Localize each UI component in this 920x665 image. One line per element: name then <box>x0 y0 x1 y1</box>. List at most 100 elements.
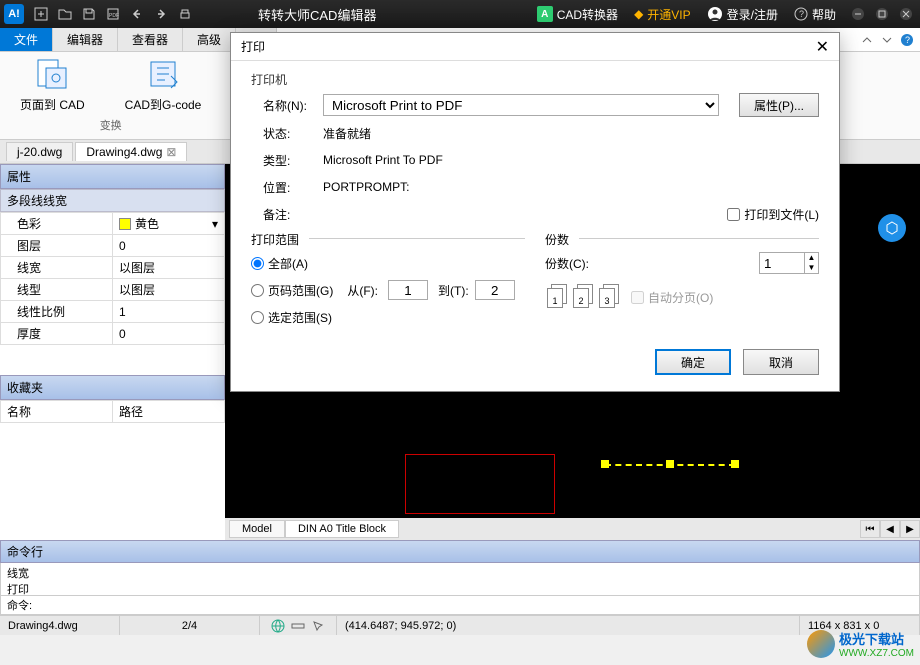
print-to-file-checkbox[interactable]: 打印到文件(L) <box>727 206 819 223</box>
copies-spinner[interactable]: ▲▼ <box>759 252 819 274</box>
fav-path-header: 路径 <box>113 401 225 423</box>
prop-linetype-label: 线型 <box>1 279 113 301</box>
converter-icon: A <box>537 6 553 22</box>
status-page: 2/4 <box>120 616 260 635</box>
cancel-button[interactable]: 取消 <box>743 349 819 375</box>
prop-lineweight-value[interactable]: 以图层 <box>113 257 225 279</box>
range-pages-radio[interactable]: 页码范围(G) <box>251 282 333 299</box>
redo-button[interactable] <box>150 3 172 25</box>
chevron-down-icon[interactable] <box>880 33 894 47</box>
properties-table: 色彩黄色▾ 图层0 线宽以图层 线型以图层 线性比例1 厚度0 <box>0 212 225 345</box>
svg-text:PDF: PDF <box>109 13 119 19</box>
tab-editor[interactable]: 编辑器 <box>53 28 118 51</box>
model-tabs: Model DIN A0 Title Block ⏮ ◀ ▶ <box>225 518 920 540</box>
tab-nav-prev[interactable]: ◀ <box>880 520 900 538</box>
watermark-logo <box>807 630 835 658</box>
favorites-table: 名称路径 <box>0 400 225 423</box>
cad-to-gcode-icon <box>145 56 181 92</box>
dialog-title: 打印 <box>241 38 265 55</box>
prop-color-label: 色彩 <box>1 213 113 235</box>
command-input-row: 命令: <box>0 595 920 615</box>
prop-thickness-value[interactable]: 0 <box>113 323 225 345</box>
help-context-icon[interactable]: ? <box>900 33 914 47</box>
properties-panel-subtitle: 多段线线宽 <box>0 189 225 212</box>
tab-advanced[interactable]: 高级 <box>183 28 236 51</box>
ruler-icon[interactable] <box>291 619 305 633</box>
from-input[interactable] <box>388 280 428 300</box>
to-label: 到(T): <box>438 282 469 299</box>
collate-icon: 11 22 33 <box>545 284 621 310</box>
view-cube-icon[interactable] <box>878 214 906 242</box>
range-all-radio[interactable]: 全部(A) <box>251 255 308 272</box>
commandline-title: 命令行 <box>0 540 920 563</box>
prop-ltscale-label: 线性比例 <box>1 301 113 323</box>
command-prompt: 命令: <box>7 597 32 613</box>
prop-lineweight-label: 线宽 <box>1 257 113 279</box>
printer-comment-label: 备注: <box>263 206 323 223</box>
open-button[interactable] <box>54 3 76 25</box>
app-logo: A! <box>4 4 24 24</box>
tab-file[interactable]: 文件 <box>0 28 53 51</box>
printer-where-label: 位置: <box>263 179 323 196</box>
printer-where-value: PORTPROMPT: <box>323 180 409 194</box>
doc-tab-2[interactable]: Drawing4.dwg⊠ <box>75 142 187 161</box>
prop-layer-label: 图层 <box>1 235 113 257</box>
svg-text:?: ? <box>905 35 910 45</box>
status-coords: (414.6487; 945.972; 0) <box>337 616 800 635</box>
spin-up-icon[interactable]: ▲ <box>804 253 818 263</box>
chevron-down-icon: ▾ <box>212 217 218 231</box>
svg-text:?: ? <box>799 9 804 19</box>
prop-layer-value[interactable]: 0 <box>113 235 225 257</box>
printer-status-label: 状态: <box>263 125 323 142</box>
range-selection-radio[interactable]: 选定范围(S) <box>251 309 332 326</box>
help-button[interactable]: ?帮助 <box>786 6 844 23</box>
collate-checkbox[interactable]: 自动分页(O) <box>631 289 713 306</box>
printer-status-value: 准备就绪 <box>323 125 371 142</box>
diamond-icon: ◆ <box>634 7 643 21</box>
vip-button[interactable]: ◆开通VIP <box>626 6 699 23</box>
page-to-cad-icon <box>34 56 70 92</box>
favorites-panel-title: 收藏夹 <box>0 375 225 400</box>
ribbon-group-label: 变换 <box>100 117 122 133</box>
maximize-button[interactable] <box>872 4 892 24</box>
printer-name-select[interactable]: Microsoft Print to PDF <box>323 94 719 116</box>
left-panel: 属性 多段线线宽 色彩黄色▾ 图层0 线宽以图层 线型以图层 线性比例1 厚度0… <box>0 164 225 540</box>
chevron-up-icon[interactable] <box>860 33 874 47</box>
prop-color-value[interactable]: 黄色▾ <box>113 213 225 235</box>
ok-button[interactable]: 确定 <box>655 349 731 375</box>
dialog-close-button[interactable]: ✕ <box>816 37 829 57</box>
fav-name-header: 名称 <box>1 401 113 423</box>
user-icon <box>707 6 723 22</box>
model-tab[interactable]: Model <box>229 520 285 538</box>
tab-nav-first[interactable]: ⏮ <box>860 520 880 538</box>
range-group-label: 打印范围 <box>251 231 309 248</box>
converter-button[interactable]: ACAD转换器 <box>529 6 626 23</box>
prop-ltscale-value[interactable]: 1 <box>113 301 225 323</box>
title-bar: A! PDF 转转大师CAD编辑器 ACAD转换器 ◆开通VIP 登录/注册 ?… <box>0 0 920 28</box>
prop-thickness-label: 厚度 <box>1 323 113 345</box>
login-button[interactable]: 登录/注册 <box>699 6 786 23</box>
tab-nav-next[interactable]: ▶ <box>900 520 920 538</box>
tab-viewer[interactable]: 查看器 <box>118 28 183 51</box>
new-button[interactable] <box>30 3 52 25</box>
status-file: Drawing4.dwg <box>0 616 120 635</box>
doc-tab-1[interactable]: j-20.dwg <box>6 142 73 161</box>
close-button[interactable] <box>896 4 916 24</box>
pdf-button[interactable]: PDF <box>102 3 124 25</box>
titleblock-tab[interactable]: DIN A0 Title Block <box>285 520 399 538</box>
cursor-icon[interactable] <box>311 619 325 633</box>
globe-icon[interactable] <box>271 619 285 633</box>
to-input[interactable] <box>475 280 515 300</box>
print-button[interactable] <box>174 3 196 25</box>
printer-properties-button[interactable]: 属性(P)... <box>739 93 819 117</box>
minimize-button[interactable] <box>848 4 868 24</box>
page-to-cad-button[interactable]: 页面到 CAD <box>20 56 85 113</box>
cad-to-gcode-button[interactable]: CAD到G-code <box>125 56 202 113</box>
prop-linetype-value[interactable]: 以图层 <box>113 279 225 301</box>
close-tab-icon[interactable]: ⊠ <box>166 145 176 159</box>
command-input[interactable] <box>40 598 913 613</box>
spin-down-icon[interactable]: ▼ <box>804 263 818 273</box>
undo-button[interactable] <box>126 3 148 25</box>
save-button[interactable] <box>78 3 100 25</box>
copies-group-label: 份数 <box>545 231 579 248</box>
